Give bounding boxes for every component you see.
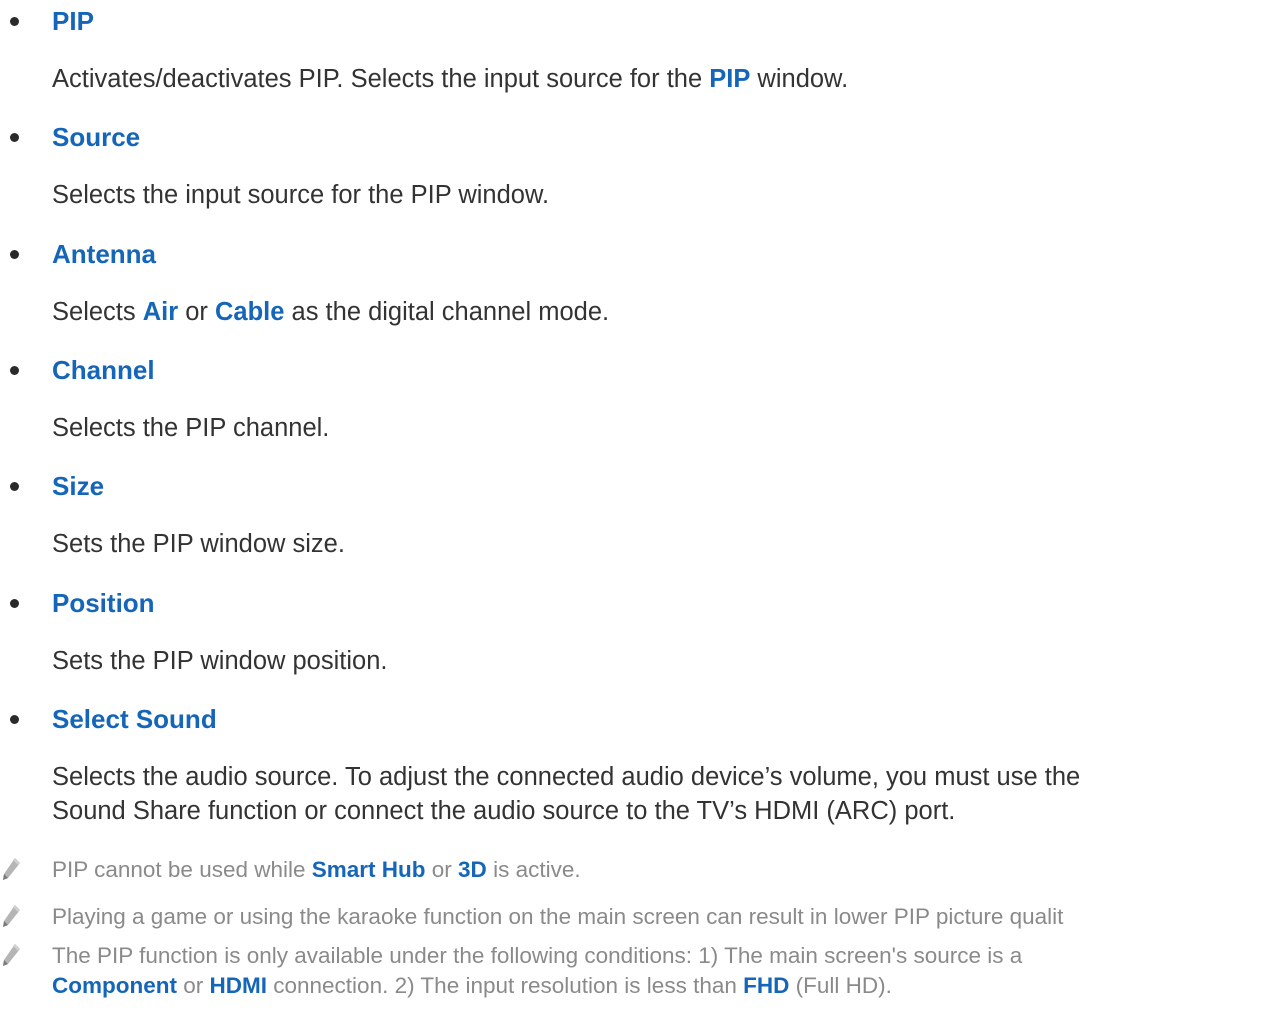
note-pip-conditions-line1: The PIP function is only available under… — [52, 943, 1023, 968]
pencil-note-icon — [3, 858, 20, 880]
note-smart-hub: PIP cannot be used while Smart Hub or 3D… — [52, 857, 581, 882]
item-desc-select-sound-line1: Selects the audio source. To adjust the … — [52, 763, 1081, 791]
bullet — [10, 133, 19, 142]
item-title-size: Size — [52, 471, 105, 501]
item-title-select-sound: Select Sound — [52, 704, 217, 734]
pencil-note-icon — [3, 905, 20, 927]
item-desc-position: Sets the PIP window position. — [52, 647, 388, 675]
bullet — [10, 250, 19, 259]
bullet — [10, 17, 19, 26]
item-title-antenna: Antenna — [52, 239, 156, 269]
item-desc-size: Sets the PIP window size. — [52, 530, 345, 558]
note-pip-conditions-line2: Component or HDMI connection. 2) The inp… — [52, 973, 892, 998]
item-title-channel: Channel — [52, 355, 155, 385]
pencil-note-icon — [3, 944, 20, 966]
note-game-karaoke: Playing a game or using the karaoke func… — [52, 904, 1064, 929]
bullet — [10, 715, 19, 724]
bullet — [10, 366, 19, 375]
item-desc-select-sound-line2: Sound Share function or connect the audi… — [52, 797, 956, 825]
bullet — [10, 599, 19, 608]
item-title-pip: PIP — [52, 6, 94, 36]
item-desc-antenna: Selects Air or Cable as the digital chan… — [52, 298, 610, 326]
item-desc-channel: Selects the PIP channel. — [52, 414, 330, 442]
item-title-position: Position — [52, 588, 155, 618]
item-desc-source: Selects the input source for the PIP win… — [52, 181, 550, 209]
item-title-source: Source — [52, 122, 141, 152]
bullet — [10, 482, 19, 491]
item-desc-pip: Activates/deactivates PIP. Selects the i… — [52, 65, 849, 93]
